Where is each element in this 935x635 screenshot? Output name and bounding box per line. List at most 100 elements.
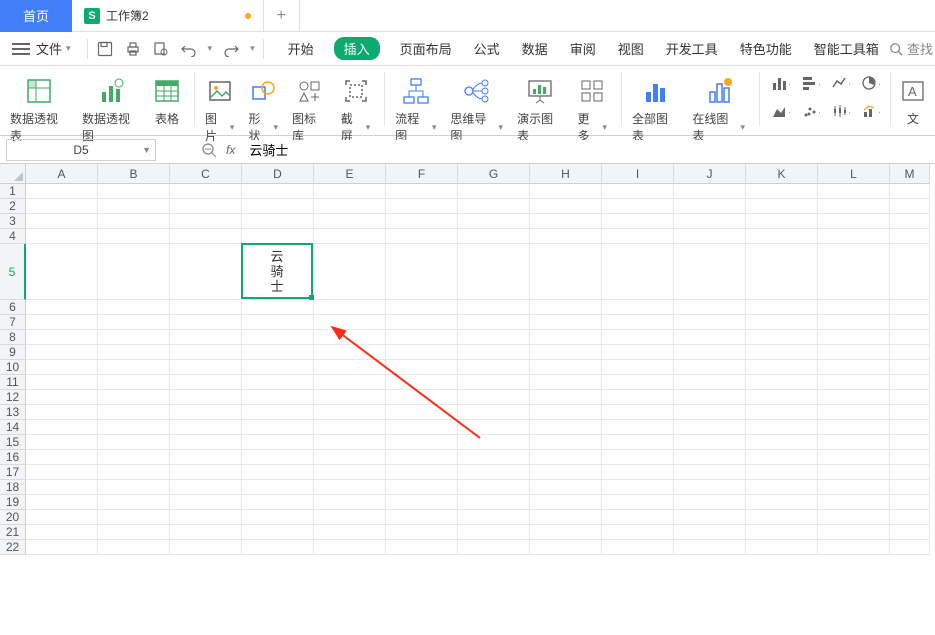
cell[interactable] — [530, 345, 602, 360]
col-header-A[interactable]: A — [26, 164, 98, 184]
cell[interactable] — [26, 435, 98, 450]
area-chart-mini-button[interactable]: ▾ — [770, 100, 792, 122]
cell[interactable] — [170, 495, 242, 510]
ribbon-tab-4[interactable]: 数据 — [520, 37, 550, 60]
cell[interactable] — [818, 465, 890, 480]
cell[interactable] — [386, 315, 458, 330]
cell[interactable] — [170, 390, 242, 405]
cell[interactable] — [602, 300, 674, 315]
row-header-17[interactable]: 17 — [0, 465, 26, 480]
cell[interactable] — [242, 184, 314, 199]
cell[interactable] — [98, 495, 170, 510]
cell[interactable] — [98, 375, 170, 390]
cell[interactable] — [674, 199, 746, 214]
cell[interactable] — [386, 525, 458, 540]
cell[interactable] — [602, 244, 674, 300]
row-header-1[interactable]: 1 — [0, 184, 26, 199]
cell[interactable] — [458, 360, 530, 375]
cell[interactable] — [170, 244, 242, 300]
cell[interactable] — [458, 199, 530, 214]
col-header-G[interactable]: G — [458, 164, 530, 184]
cell[interactable] — [746, 465, 818, 480]
cell[interactable] — [674, 495, 746, 510]
row-header-18[interactable]: 18 — [0, 480, 26, 495]
spreadsheet-grid[interactable]: ABCDEFGHIJKLM 12345678910111213141516171… — [0, 164, 935, 604]
cell[interactable] — [818, 435, 890, 450]
cell[interactable] — [818, 244, 890, 300]
cell[interactable] — [530, 229, 602, 244]
cell[interactable] — [890, 495, 930, 510]
cell[interactable] — [170, 450, 242, 465]
cell[interactable] — [890, 300, 930, 315]
ribbon-tab-2[interactable]: 页面布局 — [398, 37, 454, 60]
cell[interactable] — [314, 300, 386, 315]
chevron-down-icon[interactable]: ▾ — [208, 43, 213, 54]
cell[interactable] — [314, 375, 386, 390]
cell[interactable] — [530, 540, 602, 555]
cell[interactable] — [890, 229, 930, 244]
cell[interactable] — [674, 360, 746, 375]
pivot-chart-button[interactable]: 数据透视图 — [82, 72, 140, 144]
col-header-J[interactable]: J — [674, 164, 746, 184]
cell[interactable] — [98, 244, 170, 300]
cell[interactable] — [602, 214, 674, 229]
icon-library-button[interactable]: 图标库 — [292, 72, 327, 144]
cell[interactable] — [890, 375, 930, 390]
cell[interactable] — [386, 214, 458, 229]
cell[interactable] — [314, 184, 386, 199]
cell[interactable] — [890, 330, 930, 345]
col-header-M[interactable]: M — [890, 164, 930, 184]
cell[interactable] — [170, 480, 242, 495]
cell[interactable] — [314, 229, 386, 244]
cell[interactable] — [674, 214, 746, 229]
cell[interactable] — [26, 345, 98, 360]
row-header-21[interactable]: 21 — [0, 525, 26, 540]
cell[interactable] — [314, 330, 386, 345]
cell[interactable] — [242, 199, 314, 214]
row-header-3[interactable]: 3 — [0, 214, 26, 229]
cell[interactable] — [746, 199, 818, 214]
cell[interactable] — [26, 229, 98, 244]
cell[interactable] — [26, 184, 98, 199]
cell[interactable] — [674, 229, 746, 244]
cell[interactable] — [314, 435, 386, 450]
cell[interactable] — [530, 214, 602, 229]
cell[interactable] — [26, 375, 98, 390]
cell[interactable] — [314, 405, 386, 420]
cell[interactable] — [26, 390, 98, 405]
pivot-table-button[interactable]: 数据透视表 — [10, 72, 68, 144]
cell[interactable] — [242, 450, 314, 465]
row-header-8[interactable]: 8 — [0, 330, 26, 345]
cell[interactable] — [458, 184, 530, 199]
cell[interactable] — [818, 360, 890, 375]
cell[interactable] — [242, 405, 314, 420]
cell[interactable] — [170, 300, 242, 315]
cell[interactable] — [458, 330, 530, 345]
row-header-11[interactable]: 11 — [0, 375, 26, 390]
cell[interactable] — [674, 450, 746, 465]
pie-chart-mini-button[interactable]: ▾ — [860, 72, 882, 94]
cell[interactable] — [458, 525, 530, 540]
cell[interactable] — [530, 184, 602, 199]
cell[interactable] — [674, 435, 746, 450]
cell[interactable] — [674, 184, 746, 199]
cell[interactable] — [602, 405, 674, 420]
col-header-L[interactable]: L — [818, 164, 890, 184]
cell[interactable] — [98, 360, 170, 375]
cell[interactable] — [458, 420, 530, 435]
cell[interactable] — [890, 420, 930, 435]
cell[interactable] — [386, 345, 458, 360]
cell[interactable] — [458, 390, 530, 405]
cell[interactable] — [386, 199, 458, 214]
cell[interactable] — [818, 495, 890, 510]
redo-icon[interactable] — [222, 40, 240, 58]
cell[interactable] — [818, 184, 890, 199]
cell[interactable] — [530, 465, 602, 480]
cell[interactable] — [98, 510, 170, 525]
cell[interactable] — [530, 199, 602, 214]
ribbon-tab-0[interactable]: 开始 — [286, 37, 316, 60]
cell[interactable] — [746, 510, 818, 525]
cell[interactable] — [890, 214, 930, 229]
cell[interactable] — [602, 315, 674, 330]
col-header-F[interactable]: F — [386, 164, 458, 184]
